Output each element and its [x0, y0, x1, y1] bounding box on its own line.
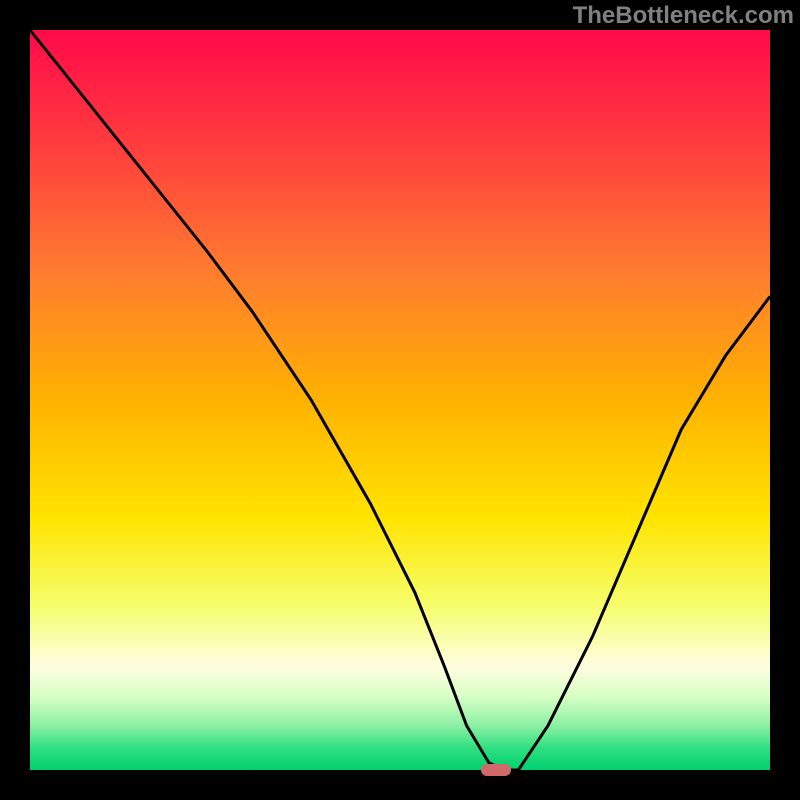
watermark-text: TheBottleneck.com	[573, 2, 794, 30]
gradient-background	[30, 30, 770, 770]
plot-area	[30, 30, 770, 770]
chart-container: TheBottleneck.com	[0, 0, 800, 800]
chart-svg	[30, 30, 770, 770]
optimal-marker	[481, 764, 511, 775]
